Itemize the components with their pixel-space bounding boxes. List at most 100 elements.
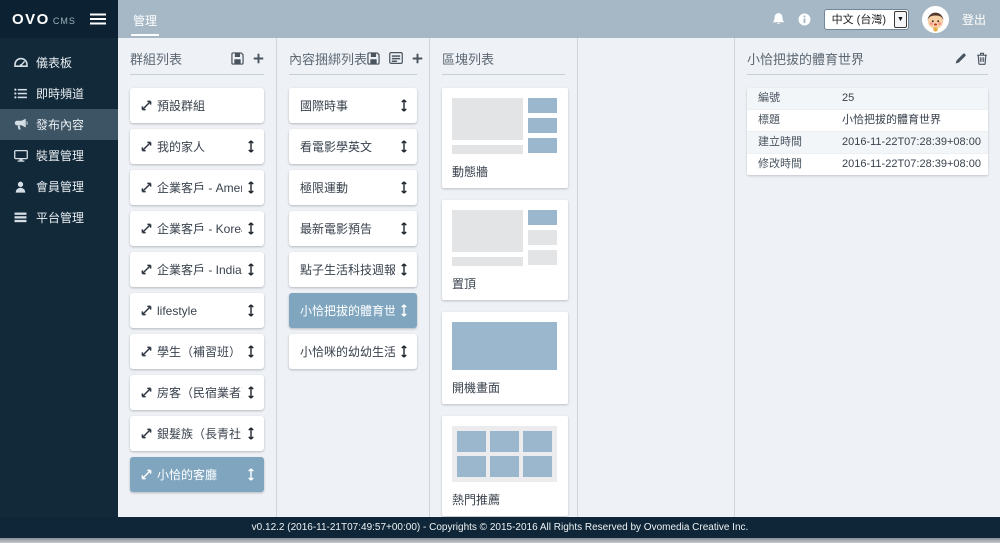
- drag-vertical-icon[interactable]: [400, 181, 408, 194]
- detail-row: 建立時間 2016-11-22T07:28:39+08:00: [747, 132, 988, 154]
- item-label: 國際時事: [300, 99, 349, 113]
- item-label: 看電影學英文: [300, 140, 373, 154]
- blocks-title: 區塊列表: [442, 51, 495, 67]
- move-diagonal-icon: [141, 182, 152, 193]
- save-icon[interactable]: [367, 51, 380, 65]
- drag-vertical-icon[interactable]: [247, 181, 255, 194]
- save-icon[interactable]: [231, 51, 244, 65]
- list-view-icon[interactable]: [389, 52, 403, 64]
- drag-vertical-icon[interactable]: [247, 263, 255, 276]
- sidebar-item-dashboard[interactable]: 儀表板: [0, 47, 118, 78]
- language-select[interactable]: 中文 (台灣) ▼: [823, 8, 909, 30]
- move-diagonal-icon: [141, 387, 152, 398]
- content-area: 群組列表 預設群組我的家人企業客戶 - America 企業客戶 - Korea 企…: [118, 38, 1000, 517]
- block-card-feed[interactable]: 動態牆: [442, 88, 568, 188]
- group-list-item[interactable]: 小恰的客廳: [130, 457, 264, 492]
- item-label: 最新電影預告: [300, 222, 373, 236]
- sidebar-item-member-management[interactable]: 會員管理: [0, 171, 118, 202]
- move-diagonal-icon: [141, 264, 152, 275]
- monitor-icon: [13, 149, 28, 162]
- drag-vertical-icon[interactable]: [400, 222, 408, 235]
- bundle-list-item[interactable]: 小恰咪的幼幼生活: [289, 334, 417, 369]
- tab-management[interactable]: 管理: [131, 8, 160, 36]
- top-navbar: OVO CMS 管理 中文 (台灣) ▼ 登出: [0, 0, 1000, 38]
- drag-vertical-icon[interactable]: [247, 468, 255, 481]
- group-list-item[interactable]: 企業客戶 - America: [130, 170, 264, 205]
- bundle-list-item[interactable]: 最新電影預告: [289, 211, 417, 246]
- detail-row-label: 修改時間: [758, 158, 802, 170]
- bundle-list-item[interactable]: 國際時事: [289, 88, 417, 123]
- detail-row-label: 編號: [758, 92, 780, 104]
- info-icon[interactable]: [798, 13, 811, 26]
- detail-row-value: 2016-11-22T07:28:39+08:00: [842, 136, 981, 148]
- window-bottom-edge: [0, 538, 1000, 543]
- spacer-column: [578, 38, 735, 517]
- drag-vertical-icon[interactable]: [247, 427, 255, 440]
- select-dropdown-arrow-icon: ▼: [893, 10, 907, 28]
- drag-vertical-icon[interactable]: [247, 140, 255, 153]
- sidebar-item-device-management[interactable]: 裝置管理: [0, 140, 118, 171]
- group-list-item[interactable]: 我的家人: [130, 129, 264, 164]
- blocks-list: 動態牆置頂開機畫面熱門推薦: [442, 88, 568, 516]
- trash-icon[interactable]: [976, 52, 988, 65]
- block-card-fullscreen[interactable]: 開機畫面: [442, 312, 568, 404]
- sidebar-item-label: 儀表板: [36, 56, 73, 70]
- add-group-icon[interactable]: [253, 53, 264, 64]
- group-list-item[interactable]: 學生（補習班）: [130, 334, 264, 369]
- sidebar-item-live-channel[interactable]: 即時頻道: [0, 78, 118, 109]
- detail-table: 編號 25 標題 小恰把拔的體育世界 建立時間 2016-11-22T07:28:39+0…: [747, 88, 988, 175]
- app-logo: OVO CMS: [12, 11, 76, 28]
- drag-vertical-icon[interactable]: [247, 386, 255, 399]
- item-label: 企業客戶 - Korea: [157, 222, 242, 236]
- drag-vertical-icon[interactable]: [247, 304, 255, 317]
- drag-vertical-icon[interactable]: [400, 304, 408, 317]
- bell-icon[interactable]: [772, 12, 785, 26]
- bundle-list-item[interactable]: 看電影學英文: [289, 129, 417, 164]
- hamburger-menu-icon[interactable]: [90, 13, 106, 25]
- block-label: 置頂: [452, 277, 477, 291]
- block-card-grid[interactable]: 熱門推薦: [442, 416, 568, 516]
- user-avatar[interactable]: [921, 5, 949, 33]
- group-list-item[interactable]: 房客（民宿業者）: [130, 375, 264, 410]
- sidebar-item-publish-content[interactable]: 發布內容: [0, 109, 118, 140]
- block-card-pinned[interactable]: 置頂: [442, 200, 568, 300]
- block-label: 動態牆: [452, 165, 489, 179]
- drag-vertical-icon[interactable]: [247, 222, 255, 235]
- sidebar-item-label: 裝置管理: [36, 149, 85, 163]
- move-diagonal-icon: [141, 346, 152, 357]
- item-label: 點子生活科技週報: [300, 263, 395, 277]
- move-diagonal-icon: [141, 469, 152, 480]
- bundle-list-item[interactable]: 極限運動: [289, 170, 417, 205]
- block-label: 熱門推薦: [452, 493, 501, 507]
- user-icon: [13, 181, 28, 193]
- drag-vertical-icon[interactable]: [400, 140, 408, 153]
- drag-vertical-icon[interactable]: [400, 263, 408, 276]
- item-label: 預設群組: [157, 99, 206, 113]
- edit-pencil-icon[interactable]: [954, 52, 967, 65]
- drag-vertical-icon[interactable]: [247, 345, 255, 358]
- bundle-list-item[interactable]: 點子生活科技週報: [289, 252, 417, 287]
- drag-vertical-icon[interactable]: [400, 99, 408, 112]
- group-list-item[interactable]: 企業客戶 - Korea: [130, 211, 264, 246]
- add-bundle-icon[interactable]: [412, 53, 423, 64]
- group-list-item[interactable]: 銀髮族（長青社區）: [130, 416, 264, 451]
- groups-panel: 群組列表 預設群組我的家人企業客戶 - America 企業客戶 - Korea 企…: [118, 38, 277, 517]
- logout-button[interactable]: 登出: [962, 11, 986, 28]
- item-label: 企業客戶 - India: [157, 263, 242, 277]
- list-icon: [13, 88, 28, 99]
- bundles-panel: 內容捆綁列表 國際時事 看電影學英文 極限運動 最新電影預告 點子生活科技週報 …: [277, 38, 430, 517]
- detail-row-value: 2016-11-22T07:28:39+08:00: [842, 158, 981, 170]
- drag-vertical-icon[interactable]: [400, 345, 408, 358]
- detail-row: 標題 小恰把拔的體育世界: [747, 110, 988, 132]
- group-list-item[interactable]: 預設群組: [130, 88, 264, 123]
- app-window: OVO CMS 管理 中文 (台灣) ▼ 登出 儀表板 即時頻道 發布內容 裝置…: [0, 0, 1000, 543]
- groups-title: 群組列表: [130, 51, 183, 67]
- sidebar-item-platform-management[interactable]: 平台管理: [0, 202, 118, 233]
- gauge-icon: [13, 57, 28, 69]
- bundle-list-item[interactable]: 小恰把拔的體育世界: [289, 293, 417, 328]
- detail-row-label: 建立時間: [758, 136, 802, 148]
- group-list-item[interactable]: lifestyle: [130, 293, 264, 328]
- move-diagonal-icon: [141, 428, 152, 439]
- group-list-item[interactable]: 企業客戶 - India: [130, 252, 264, 287]
- detail-row: 修改時間 2016-11-22T07:28:39+08:00: [747, 154, 988, 175]
